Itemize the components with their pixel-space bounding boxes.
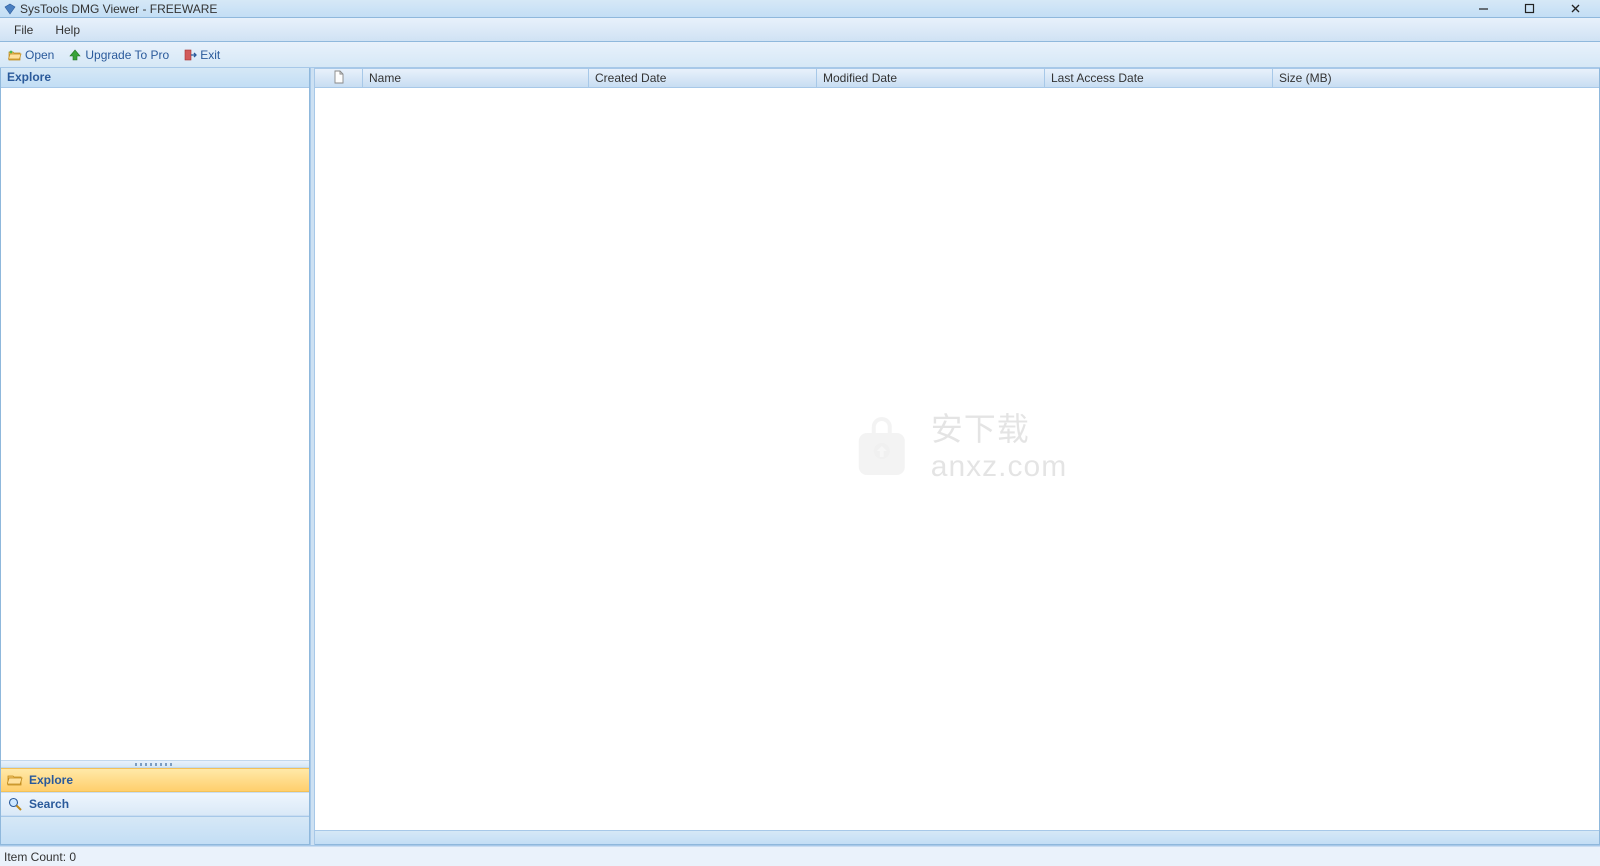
open-button[interactable]: Open: [4, 46, 58, 64]
window-title: SysTools DMG Viewer - FREEWARE: [20, 2, 217, 16]
column-size[interactable]: Size (MB): [1273, 69, 1599, 87]
title-bar: SysTools DMG Viewer - FREEWARE: [0, 0, 1600, 18]
menu-bar: File Help: [0, 18, 1600, 42]
upgrade-label: Upgrade To Pro: [85, 48, 169, 62]
column-name[interactable]: Name: [363, 69, 589, 87]
nav-explore-button[interactable]: Explore: [1, 768, 309, 792]
nav-explore-label: Explore: [29, 773, 73, 787]
watermark-domain: anxz.com: [931, 450, 1067, 483]
content-panel: Name Created Date Modified Date Last Acc…: [315, 68, 1600, 845]
sidebar-footer: [1, 816, 309, 844]
open-label: Open: [25, 48, 54, 62]
sidebar-header: Explore: [1, 68, 309, 88]
column-icon[interactable]: [315, 69, 363, 87]
nav-search-button[interactable]: Search: [1, 792, 309, 816]
menu-help[interactable]: Help: [47, 20, 88, 40]
search-icon: [7, 796, 23, 812]
sidebar: Explore Explore Search: [0, 68, 310, 845]
toolbar: Open Upgrade To Pro Exit: [0, 42, 1600, 68]
upgrade-button[interactable]: Upgrade To Pro: [64, 46, 173, 64]
app-icon: [4, 3, 16, 15]
grid-footer: [315, 830, 1599, 844]
file-icon: [332, 70, 346, 87]
sidebar-splitter[interactable]: [1, 760, 309, 768]
nav-search-label: Search: [29, 797, 69, 811]
folder-icon: [7, 772, 23, 788]
column-modified[interactable]: Modified Date: [817, 69, 1045, 87]
column-headers: Name Created Date Modified Date Last Acc…: [315, 68, 1599, 88]
watermark: 安下载 anxz.com: [847, 404, 1067, 484]
maximize-button[interactable]: [1516, 1, 1542, 17]
close-button[interactable]: [1562, 1, 1588, 17]
bag-icon: [847, 409, 917, 479]
menu-file[interactable]: File: [6, 20, 41, 40]
explorer-tree[interactable]: [1, 88, 309, 760]
column-created[interactable]: Created Date: [589, 69, 817, 87]
watermark-chinese: 安下载: [931, 411, 1030, 447]
exit-label: Exit: [200, 48, 220, 62]
item-count: Item Count: 0: [4, 850, 76, 864]
main-area: Explore Explore Search Name Creat: [0, 68, 1600, 846]
folder-open-icon: [8, 48, 22, 62]
status-bar: Item Count: 0: [0, 846, 1600, 866]
upgrade-arrow-icon: [68, 48, 82, 62]
exit-button[interactable]: Exit: [179, 46, 224, 64]
column-access[interactable]: Last Access Date: [1045, 69, 1273, 87]
grid-body[interactable]: 安下载 anxz.com: [315, 88, 1599, 830]
window-controls: [1470, 1, 1600, 17]
exit-icon: [183, 48, 197, 62]
minimize-button[interactable]: [1470, 1, 1496, 17]
